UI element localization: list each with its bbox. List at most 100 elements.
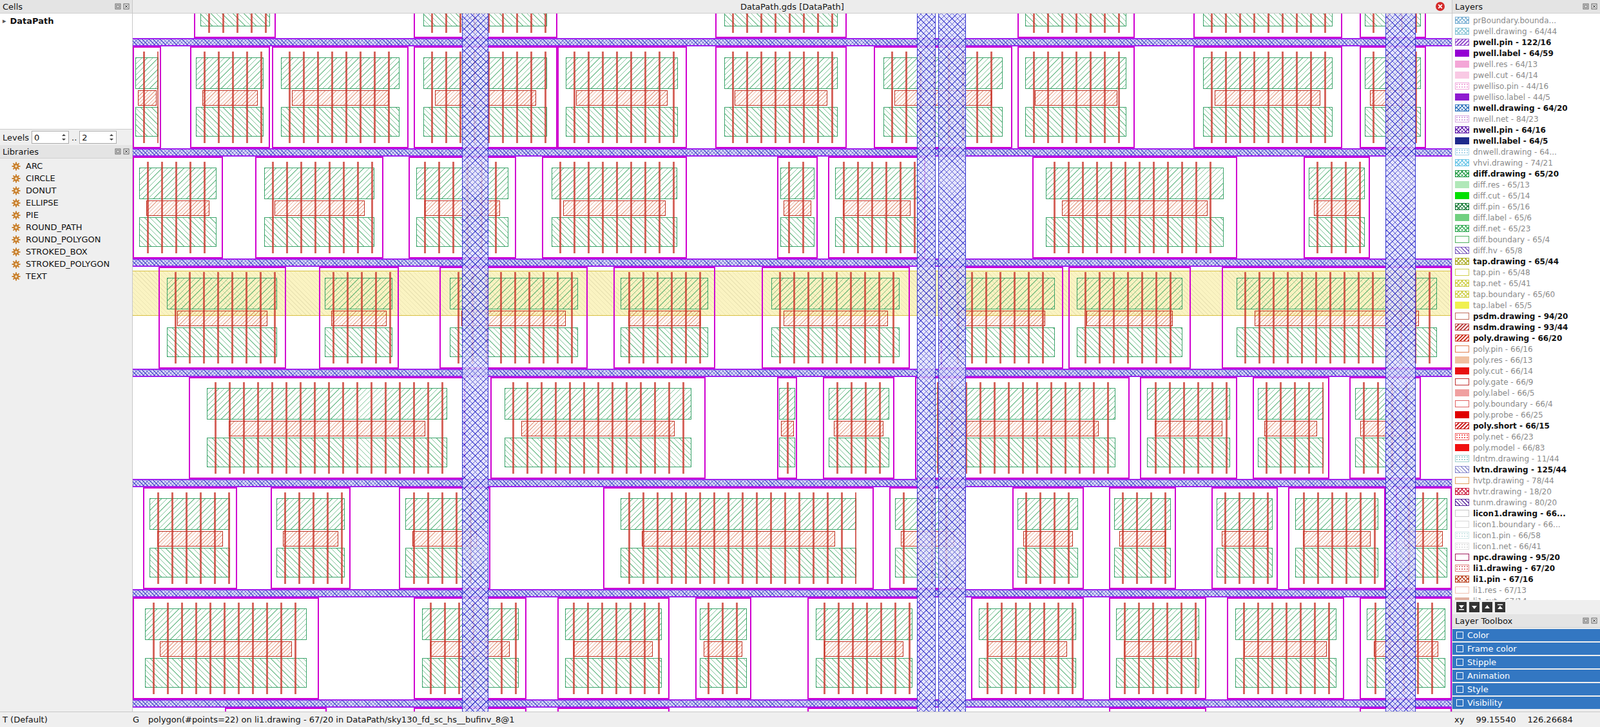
library-item[interactable]: STROKED_BOX xyxy=(11,245,130,258)
levels-to-spinbox[interactable]: 2 xyxy=(79,130,117,144)
std-cell[interactable] xyxy=(1211,487,1278,589)
layer-item[interactable]: diff.boundary - 65/4 xyxy=(1452,233,1600,245)
std-cell[interactable] xyxy=(761,266,910,369)
library-item[interactable]: ELLIPSE xyxy=(11,196,130,209)
layer-item[interactable]: diff.label - 65/6 xyxy=(1452,212,1600,223)
layer-item[interactable]: licon1.drawing - 66... xyxy=(1452,507,1600,519)
std-cell[interactable] xyxy=(557,707,671,712)
std-cell[interactable] xyxy=(132,46,162,149)
std-cell[interactable] xyxy=(1068,266,1191,369)
section-toggle-icon[interactable] xyxy=(1456,672,1464,680)
layer-item[interactable]: poly.short - 66/15 xyxy=(1452,420,1600,432)
std-cell[interactable] xyxy=(807,707,921,712)
toolbox-section[interactable]: Visibility xyxy=(1452,696,1600,709)
move-top-icon[interactable] xyxy=(1494,601,1506,613)
layer-item[interactable]: diff.pin - 65/16 xyxy=(1452,201,1600,213)
layer-item[interactable]: li1.drawing - 67/20 xyxy=(1452,562,1600,574)
std-cell[interactable] xyxy=(557,46,688,149)
std-cell[interactable] xyxy=(143,487,238,589)
std-cell[interactable] xyxy=(1108,597,1207,700)
layer-item[interactable]: pwell.res - 64/13 xyxy=(1452,58,1600,70)
layer-item[interactable]: tap.pin - 65/48 xyxy=(1452,266,1600,278)
layer-item[interactable]: poly.cut - 66/14 xyxy=(1452,365,1600,377)
layer-item[interactable]: diff.net - 65/23 xyxy=(1452,222,1600,234)
layer-item[interactable]: li1.res - 67/13 xyxy=(1452,584,1600,596)
float-icon[interactable] xyxy=(1582,617,1590,624)
float-icon[interactable] xyxy=(1582,3,1590,10)
std-cell[interactable] xyxy=(1108,487,1176,589)
layer-item[interactable]: pwelliso.pin - 44/16 xyxy=(1452,80,1600,92)
move-bottom-icon[interactable] xyxy=(1456,601,1467,613)
layer-item[interactable]: nsdm.drawing - 93/44 xyxy=(1452,321,1600,333)
section-toggle-icon[interactable] xyxy=(1456,658,1464,666)
layer-item[interactable]: pwell.cut - 64/14 xyxy=(1452,69,1600,81)
layer-item[interactable]: prBoundary.bounda... xyxy=(1452,14,1600,26)
layer-item[interactable]: npc.drawing - 95/20 xyxy=(1452,551,1600,563)
layer-item[interactable]: li1.pin - 67/16 xyxy=(1452,573,1600,585)
library-item[interactable]: DONUT xyxy=(11,184,130,197)
section-toggle-icon[interactable] xyxy=(1456,645,1464,653)
layer-item[interactable]: diff.res - 65/13 xyxy=(1452,179,1600,191)
std-cell[interactable] xyxy=(822,376,895,479)
layer-item[interactable]: pwell.label - 64/59 xyxy=(1452,47,1600,59)
close-icon[interactable] xyxy=(123,3,130,10)
std-cell[interactable] xyxy=(603,487,875,589)
layer-item[interactable]: tunm.drawing - 80/20 xyxy=(1452,496,1600,508)
std-cell[interactable] xyxy=(1032,156,1237,259)
std-cell[interactable] xyxy=(557,597,671,700)
std-cell[interactable] xyxy=(132,597,319,700)
close-icon[interactable] xyxy=(1590,617,1598,624)
std-cell[interactable] xyxy=(255,156,383,259)
layer-item[interactable]: pwell.pin - 122/16 xyxy=(1452,36,1600,48)
std-cell[interactable] xyxy=(193,13,276,39)
library-item[interactable]: PIE xyxy=(11,208,130,222)
std-cell[interactable] xyxy=(190,46,270,149)
layer-item[interactable]: dnwell.drawing - 64... xyxy=(1452,146,1600,158)
library-item[interactable]: CIRCLE xyxy=(11,172,130,185)
std-cell[interactable] xyxy=(1303,156,1370,259)
std-cell[interactable] xyxy=(1139,376,1238,479)
layer-item[interactable]: poly.pin - 66/16 xyxy=(1452,343,1600,355)
layer-item[interactable]: licon1.boundary - 66... xyxy=(1452,518,1600,530)
std-cell[interactable] xyxy=(158,266,287,369)
spin-arrows-icon[interactable] xyxy=(108,132,115,142)
layer-item[interactable]: lvtn.drawing - 125/44 xyxy=(1452,463,1600,475)
float-icon[interactable] xyxy=(114,148,122,155)
expand-arrow-icon[interactable]: ▸ xyxy=(2,16,7,26)
float-icon[interactable] xyxy=(114,3,122,10)
layer-item[interactable]: tap.drawing - 65/44 xyxy=(1452,255,1600,267)
std-cell[interactable] xyxy=(271,46,410,149)
layer-item[interactable]: poly.model - 66/83 xyxy=(1452,442,1600,454)
std-cell[interactable] xyxy=(1017,46,1135,149)
layer-item[interactable]: pwelliso.label - 44/5 xyxy=(1452,91,1600,103)
std-cell[interactable] xyxy=(1288,487,1386,589)
std-cell[interactable] xyxy=(1221,266,1452,369)
std-cell[interactable] xyxy=(490,376,705,479)
std-cell[interactable] xyxy=(1193,46,1343,149)
layer-item[interactable]: diff.hv - 65/8 xyxy=(1452,244,1600,256)
library-item[interactable]: STROKED_POLYGON xyxy=(11,257,130,270)
layer-item[interactable]: pwell.drawing - 64/44 xyxy=(1452,25,1600,37)
std-cell[interactable] xyxy=(318,266,399,369)
section-toggle-icon[interactable] xyxy=(1456,685,1464,693)
layer-item[interactable]: poly.boundary - 66/4 xyxy=(1452,398,1600,410)
layer-item[interactable]: nwell.pin - 64/16 xyxy=(1452,124,1600,136)
std-cell[interactable] xyxy=(828,156,926,259)
layer-item[interactable]: poly.net - 66/23 xyxy=(1452,431,1600,443)
layer-item[interactable]: tap.net - 65/41 xyxy=(1452,277,1600,289)
layer-item[interactable]: poly.drawing - 66/20 xyxy=(1452,332,1600,344)
close-icon[interactable] xyxy=(123,148,130,155)
layer-item[interactable]: psdm.drawing - 94/20 xyxy=(1452,310,1600,322)
layer-item[interactable]: vhvi.drawing - 74/21 xyxy=(1452,157,1600,169)
library-item[interactable]: ROUND_POLYGON xyxy=(11,233,130,246)
std-cell[interactable] xyxy=(1252,376,1330,479)
close-icon[interactable] xyxy=(1590,3,1598,10)
toolbox-section[interactable]: Stipple xyxy=(1452,655,1600,669)
toolbox-section[interactable]: Frame color xyxy=(1452,642,1600,655)
layer-item[interactable]: hvtr.drawing - 18/20 xyxy=(1452,485,1600,497)
std-cell[interactable] xyxy=(132,156,223,259)
library-item[interactable]: ROUND_PATH xyxy=(11,221,130,234)
layer-item[interactable]: nwell.net - 84/23 xyxy=(1452,113,1600,125)
std-cell[interactable] xyxy=(715,46,847,149)
layer-item[interactable]: poly.res - 66/13 xyxy=(1452,354,1600,366)
